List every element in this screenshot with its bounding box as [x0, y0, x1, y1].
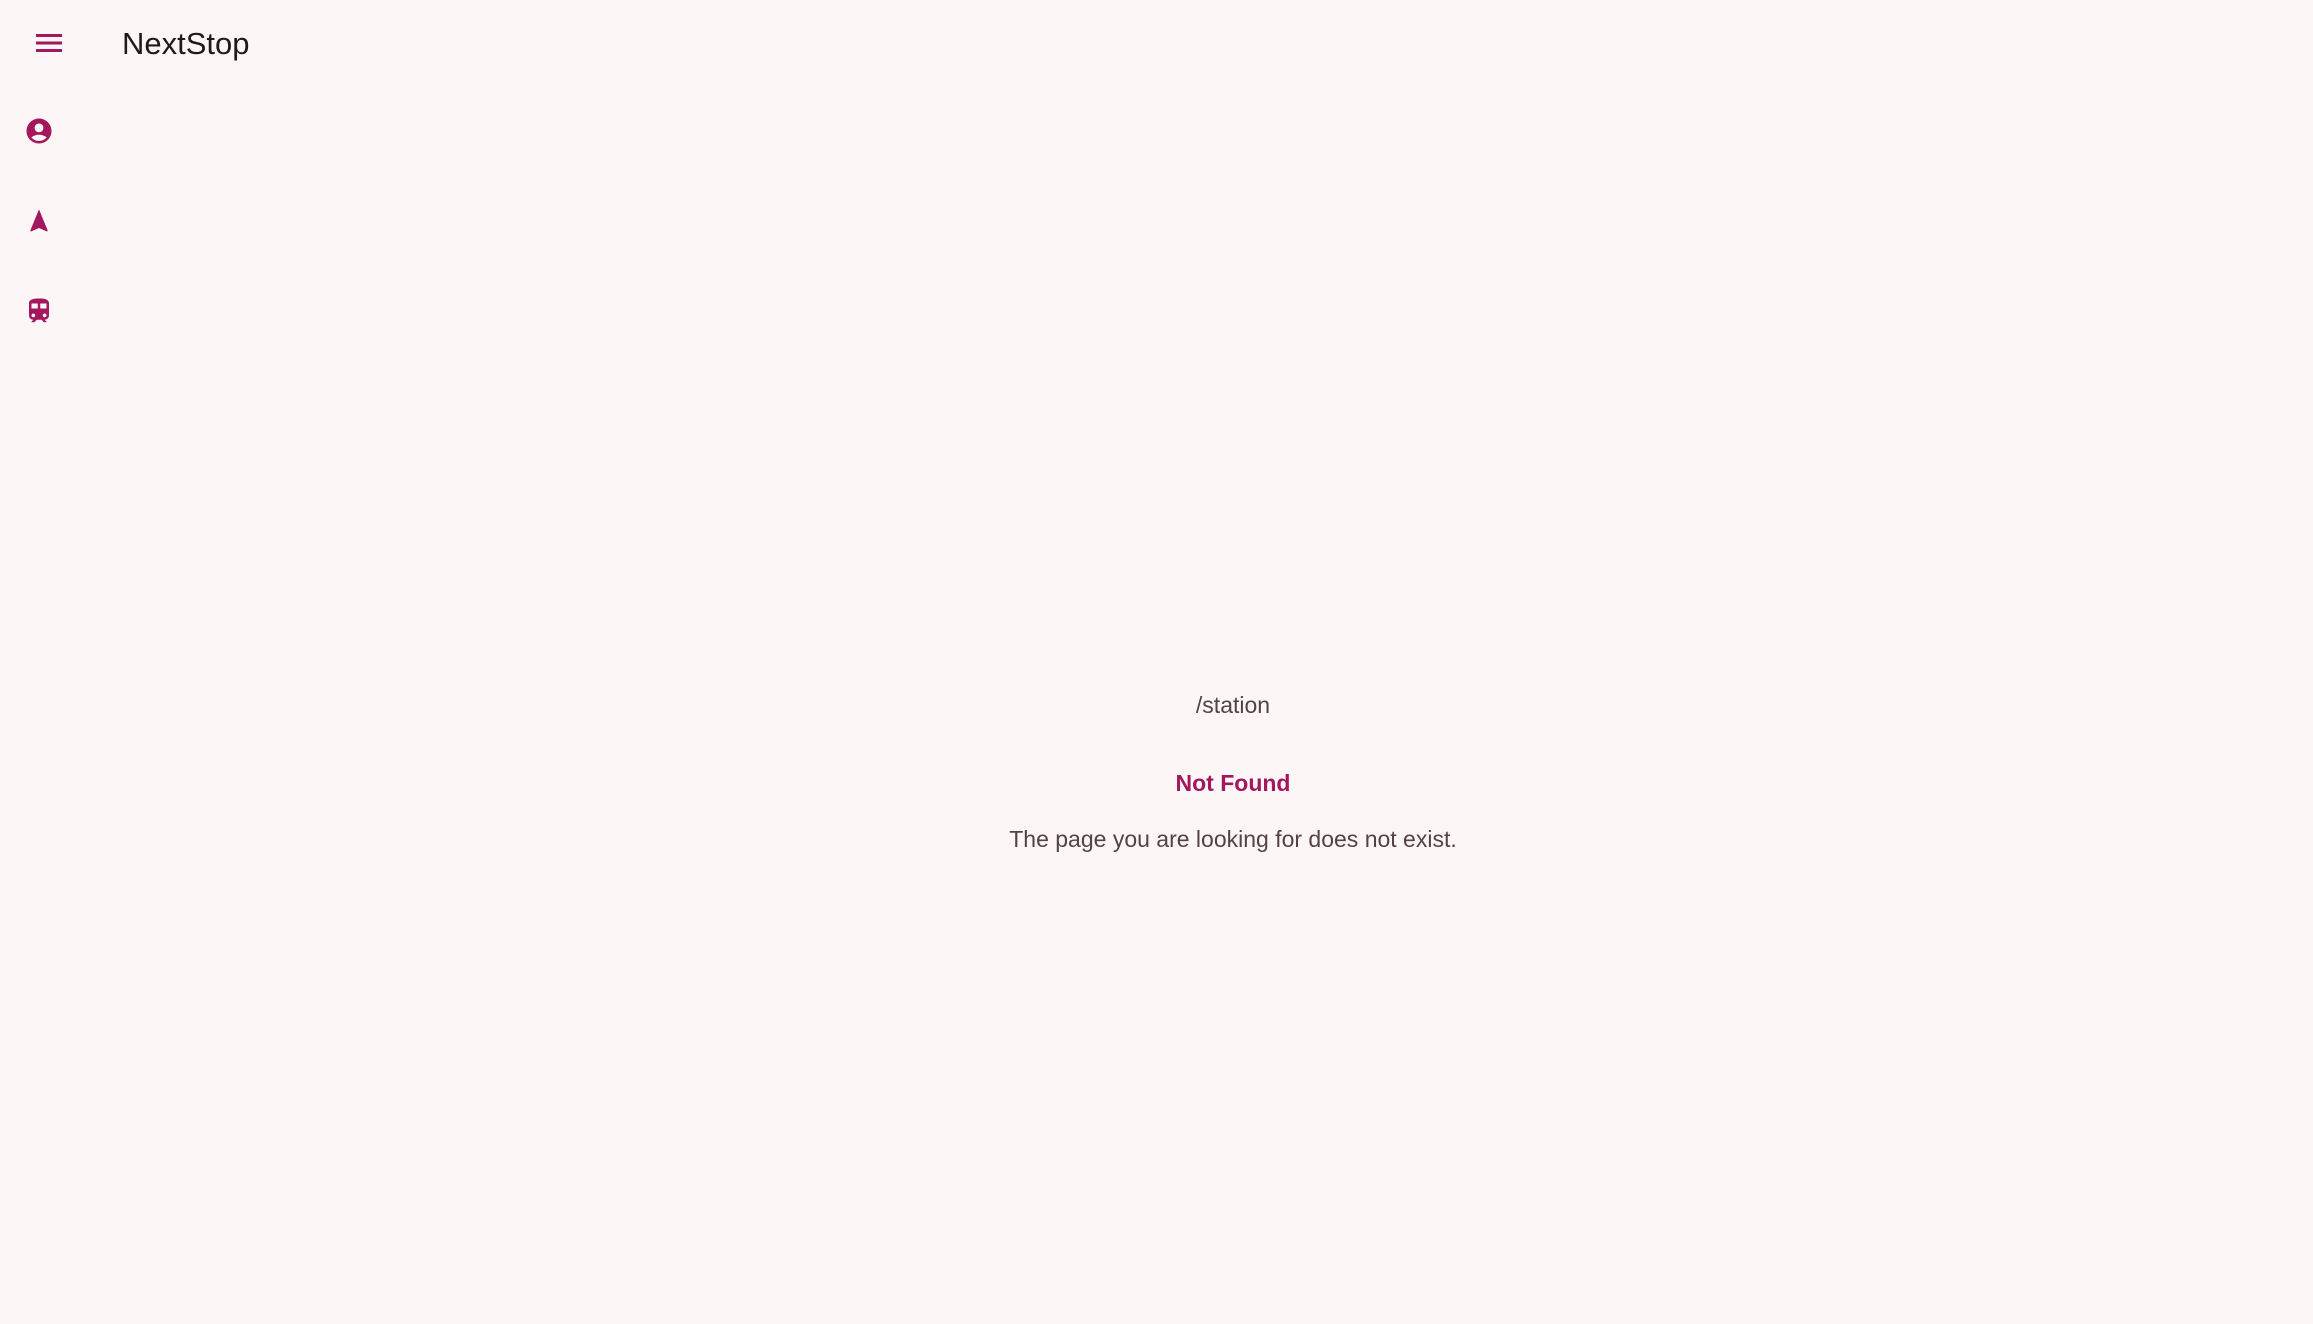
rail-item-navigation[interactable] [14, 198, 64, 248]
rail-item-account[interactable] [14, 108, 64, 158]
main-content: /station Not Found The page you are look… [78, 0, 2313, 1324]
account-circle-icon [24, 116, 54, 151]
requested-path: /station [1195, 692, 1271, 718]
error-message: The page you are looking for does not ex… [1009, 826, 1457, 852]
menu-icon [35, 33, 63, 58]
rail-item-train[interactable] [14, 288, 64, 338]
navigation-arrow-icon [25, 206, 53, 241]
train-icon [24, 296, 54, 331]
error-title: Not Found [1175, 770, 1291, 796]
menu-button[interactable] [24, 24, 74, 66]
